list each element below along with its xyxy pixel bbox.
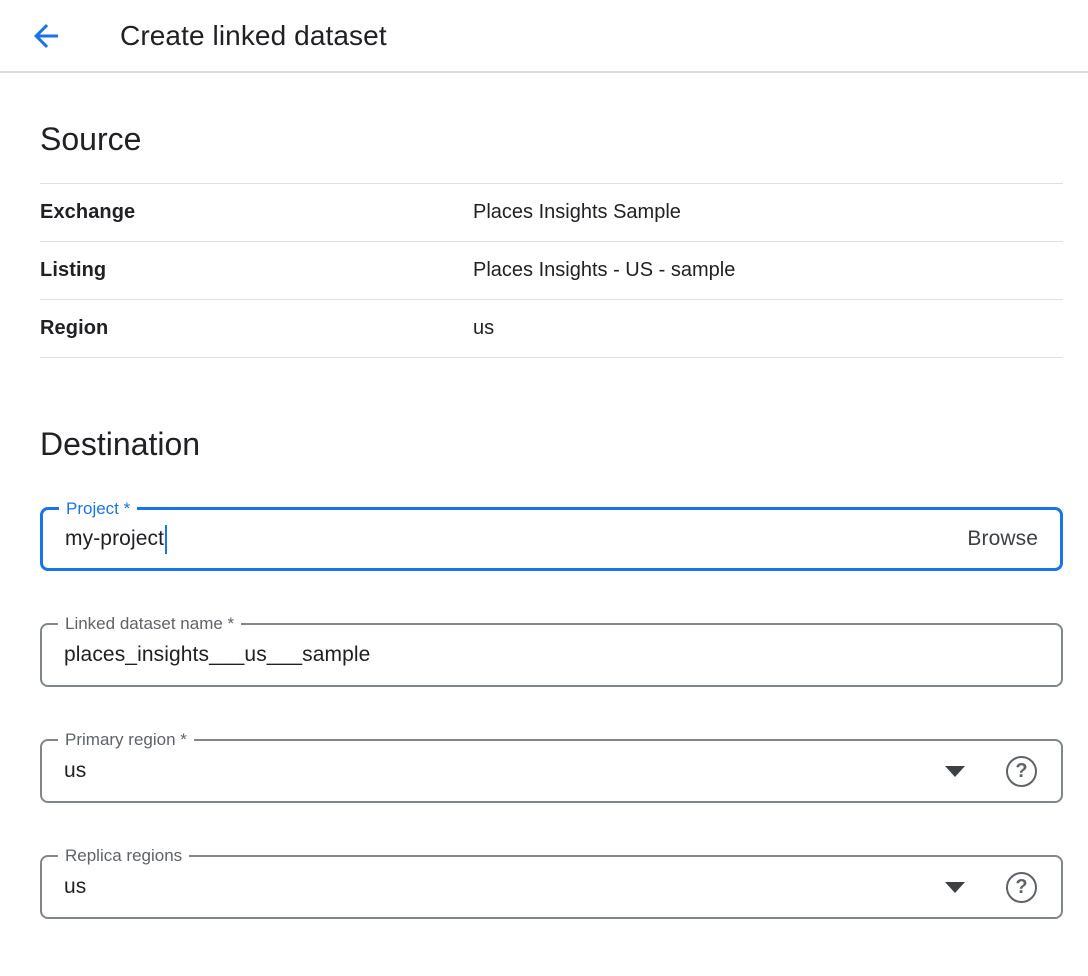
text-caret: [165, 525, 167, 554]
dataset-name-field-label: Linked dataset name *: [58, 614, 241, 634]
row-value: us: [473, 317, 494, 340]
replica-regions-selected-value: us: [64, 875, 86, 899]
primary-region-value-area[interactable]: us: [42, 759, 945, 783]
project-input-value: my-project: [65, 527, 164, 551]
chevron-down-icon[interactable]: [945, 766, 965, 777]
source-heading: Source: [40, 119, 1063, 159]
project-field[interactable]: Project * my-project Browse: [40, 507, 1063, 571]
main-content: Source Exchange Places Insights Sample L…: [0, 119, 1088, 919]
row-label: Listing: [40, 259, 473, 282]
row-label: Exchange: [40, 201, 473, 224]
row-value: Places Insights - US - sample: [473, 259, 735, 282]
source-section: Source Exchange Places Insights Sample L…: [40, 119, 1063, 358]
destination-section: Destination Project * my-project Browse …: [40, 424, 1063, 919]
page-header: Create linked dataset: [0, 0, 1088, 73]
source-table: Exchange Places Insights Sample Listing …: [40, 183, 1063, 358]
destination-heading: Destination: [40, 424, 1063, 464]
dataset-name-input[interactable]: places_insights___us___sample: [42, 643, 1061, 667]
table-row-exchange: Exchange Places Insights Sample: [40, 184, 1063, 242]
page-title: Create linked dataset: [120, 20, 387, 52]
replica-regions-label: Replica regions: [58, 846, 189, 866]
browse-button[interactable]: Browse: [967, 527, 1060, 551]
chevron-down-icon[interactable]: [945, 882, 965, 893]
project-field-label: Project *: [59, 499, 137, 519]
row-label: Region: [40, 317, 473, 340]
table-row-region: Region us: [40, 300, 1063, 358]
dataset-name-field[interactable]: Linked dataset name * places_insights___…: [40, 623, 1063, 687]
back-button[interactable]: [24, 14, 68, 58]
row-value: Places Insights Sample: [473, 201, 681, 224]
replica-regions-value-area[interactable]: us: [42, 875, 945, 899]
replica-regions-select[interactable]: Replica regions us ?: [40, 855, 1063, 919]
arrow-back-icon: [28, 18, 64, 54]
primary-region-select[interactable]: Primary region * us ?: [40, 739, 1063, 803]
primary-region-selected-value: us: [64, 759, 86, 783]
primary-region-label: Primary region *: [58, 730, 194, 750]
dataset-name-input-value: places_insights___us___sample: [64, 643, 370, 667]
help-icon[interactable]: ?: [1006, 872, 1037, 903]
help-icon[interactable]: ?: [1006, 756, 1037, 787]
project-input[interactable]: my-project: [43, 525, 967, 554]
table-row-listing: Listing Places Insights - US - sample: [40, 242, 1063, 300]
